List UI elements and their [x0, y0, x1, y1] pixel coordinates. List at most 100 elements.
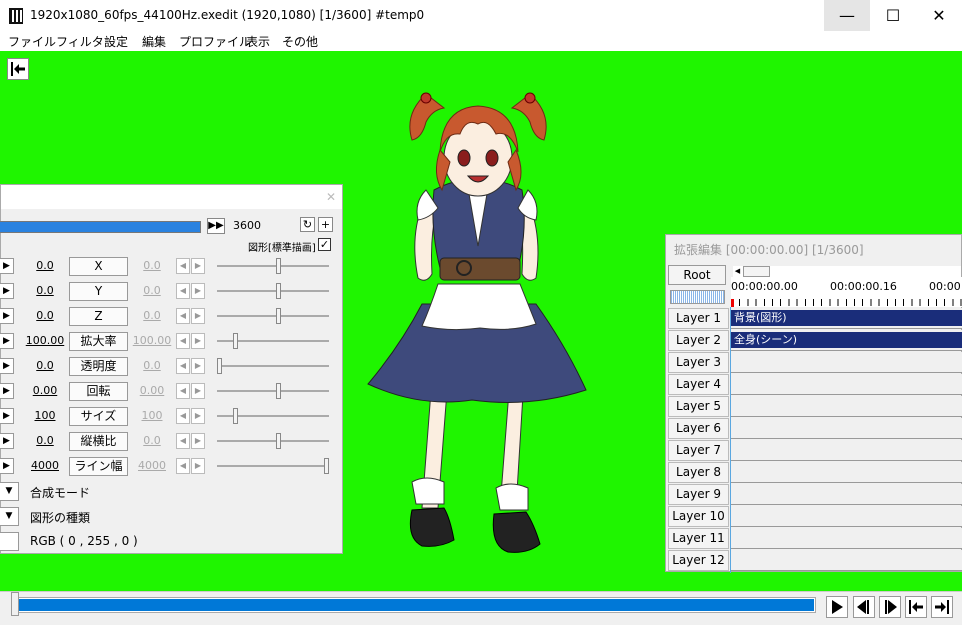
- value-stepper[interactable]: ◀ ▶: [176, 333, 206, 349]
- end-value[interactable]: 0.0: [131, 259, 173, 272]
- blend-mode-dropdown-icon[interactable]: ▼: [0, 482, 19, 501]
- step-left-icon[interactable]: ◀: [176, 458, 190, 474]
- slider-thumb[interactable]: [324, 458, 329, 474]
- seek-thumb[interactable]: [11, 592, 19, 616]
- end-value[interactable]: 0.00: [131, 384, 173, 397]
- slider-thumb[interactable]: [233, 333, 239, 349]
- step-right-icon[interactable]: ▶: [191, 383, 205, 399]
- layer-header[interactable]: Layer 9: [668, 484, 729, 505]
- value-stepper[interactable]: ◀ ▶: [176, 433, 206, 449]
- value-stepper[interactable]: ◀ ▶: [176, 283, 206, 299]
- value-stepper[interactable]: ◀ ▶: [176, 458, 206, 474]
- layer-lane[interactable]: [731, 506, 962, 527]
- timeline-clip[interactable]: 全身(シーン): [731, 332, 962, 348]
- menu-settings[interactable]: 設定: [104, 33, 128, 50]
- slider-track[interactable]: [217, 365, 329, 367]
- parameter-button[interactable]: X: [69, 257, 128, 276]
- parameter-button[interactable]: Y: [69, 282, 128, 301]
- step-left-icon[interactable]: ◀: [176, 258, 190, 274]
- slider-track[interactable]: [217, 465, 329, 467]
- layer-lane[interactable]: [731, 396, 962, 417]
- layer-lane[interactable]: [731, 352, 962, 373]
- step-left-icon[interactable]: ◀: [176, 408, 190, 424]
- parameter-button[interactable]: 透明度: [69, 357, 128, 376]
- step-left-icon[interactable]: ◀: [176, 358, 190, 374]
- scroll-left-icon[interactable]: ◀: [733, 266, 742, 277]
- value-stepper[interactable]: ◀ ▶: [176, 383, 206, 399]
- layer-header[interactable]: Layer 8: [668, 462, 729, 483]
- timeline-scrollbar[interactable]: ◀: [733, 266, 961, 277]
- start-value[interactable]: 100.00: [22, 334, 68, 347]
- prev-frame-icon[interactable]: [853, 596, 875, 618]
- menu-view[interactable]: 表示: [246, 33, 270, 50]
- step-right-icon[interactable]: ▶: [191, 458, 205, 474]
- arrow-right-icon[interactable]: ▶: [0, 283, 14, 299]
- frame-range-bar[interactable]: [0, 221, 201, 233]
- scroll-thumb[interactable]: [743, 266, 770, 277]
- menu-profile[interactable]: プロファイル: [179, 33, 251, 50]
- value-stepper[interactable]: ◀ ▶: [176, 358, 206, 374]
- start-value[interactable]: 0.00: [22, 384, 68, 397]
- minimize-button[interactable]: —: [824, 0, 870, 31]
- layer-lane[interactable]: [731, 484, 962, 505]
- layer-header[interactable]: Layer 5: [668, 396, 729, 417]
- back-arrow-icon[interactable]: [7, 58, 29, 80]
- layer-header[interactable]: Layer 7: [668, 440, 729, 461]
- slider-thumb[interactable]: [275, 283, 281, 299]
- layer-header[interactable]: Layer 2: [668, 330, 729, 351]
- slider-track[interactable]: [217, 290, 329, 292]
- layer-lane[interactable]: [731, 440, 962, 461]
- arrow-right-icon[interactable]: ▶: [0, 258, 14, 274]
- arrow-right-icon[interactable]: ▶: [0, 358, 14, 374]
- step-right-icon[interactable]: ▶: [191, 408, 205, 424]
- go-start-icon[interactable]: [905, 596, 927, 618]
- parameter-button[interactable]: Z: [69, 307, 128, 326]
- parameter-button[interactable]: 縦横比: [69, 432, 128, 451]
- timeline-clip[interactable]: 背景(図形): [731, 310, 962, 326]
- step-left-icon[interactable]: ◀: [176, 333, 190, 349]
- time-ruler[interactable]: 00:00:00.00 00:00:00.16 00:00:00: [731, 277, 962, 307]
- layer-header[interactable]: Layer 4: [668, 374, 729, 395]
- start-value[interactable]: 0.0: [22, 284, 68, 297]
- layer-header[interactable]: Layer 3: [668, 352, 729, 373]
- step-right-icon[interactable]: ▶: [191, 258, 205, 274]
- end-value[interactable]: 0.0: [131, 309, 173, 322]
- slider-track[interactable]: [217, 390, 329, 392]
- shape-type-dropdown-icon[interactable]: ▼: [0, 507, 19, 526]
- maximize-button[interactable]: ☐: [870, 0, 916, 31]
- color-picker-button[interactable]: [0, 532, 19, 551]
- end-value[interactable]: 0.0: [131, 434, 173, 447]
- layer-lane[interactable]: [731, 374, 962, 395]
- slider-thumb[interactable]: [275, 433, 281, 449]
- slider-thumb[interactable]: [275, 258, 281, 274]
- seek-bar[interactable]: [16, 597, 816, 613]
- slider-thumb[interactable]: [275, 308, 281, 324]
- layer-header[interactable]: Layer 10: [668, 506, 729, 527]
- layer-lane[interactable]: [731, 528, 962, 549]
- fast-forward-icon[interactable]: ▶▶: [207, 218, 225, 234]
- end-value[interactable]: 0.0: [131, 284, 173, 297]
- layer-header[interactable]: Layer 1: [668, 308, 729, 329]
- arrow-right-icon[interactable]: ▶: [0, 458, 14, 474]
- arrow-right-icon[interactable]: ▶: [0, 408, 14, 424]
- slider-track[interactable]: [217, 315, 329, 317]
- go-end-icon[interactable]: [931, 596, 953, 618]
- start-value[interactable]: 0.0: [22, 434, 68, 447]
- properties-close-icon[interactable]: ✕: [323, 189, 339, 205]
- parameter-button[interactable]: サイズ: [69, 407, 128, 426]
- end-value[interactable]: 0.0: [131, 359, 173, 372]
- layer-lane[interactable]: [731, 550, 962, 571]
- parameter-button[interactable]: 回転: [69, 382, 128, 401]
- menu-other[interactable]: その他: [282, 33, 318, 50]
- add-filter-icon[interactable]: +: [318, 217, 333, 232]
- layer-header[interactable]: Layer 6: [668, 418, 729, 439]
- slider-track[interactable]: [217, 440, 329, 442]
- value-stepper[interactable]: ◀ ▶: [176, 408, 206, 424]
- value-stepper[interactable]: ◀ ▶: [176, 258, 206, 274]
- close-button[interactable]: ✕: [916, 0, 962, 31]
- arrow-right-icon[interactable]: ▶: [0, 433, 14, 449]
- value-stepper[interactable]: ◀ ▶: [176, 308, 206, 324]
- root-button[interactable]: Root: [668, 265, 726, 285]
- next-frame-icon[interactable]: [879, 596, 901, 618]
- end-value[interactable]: 100: [131, 409, 173, 422]
